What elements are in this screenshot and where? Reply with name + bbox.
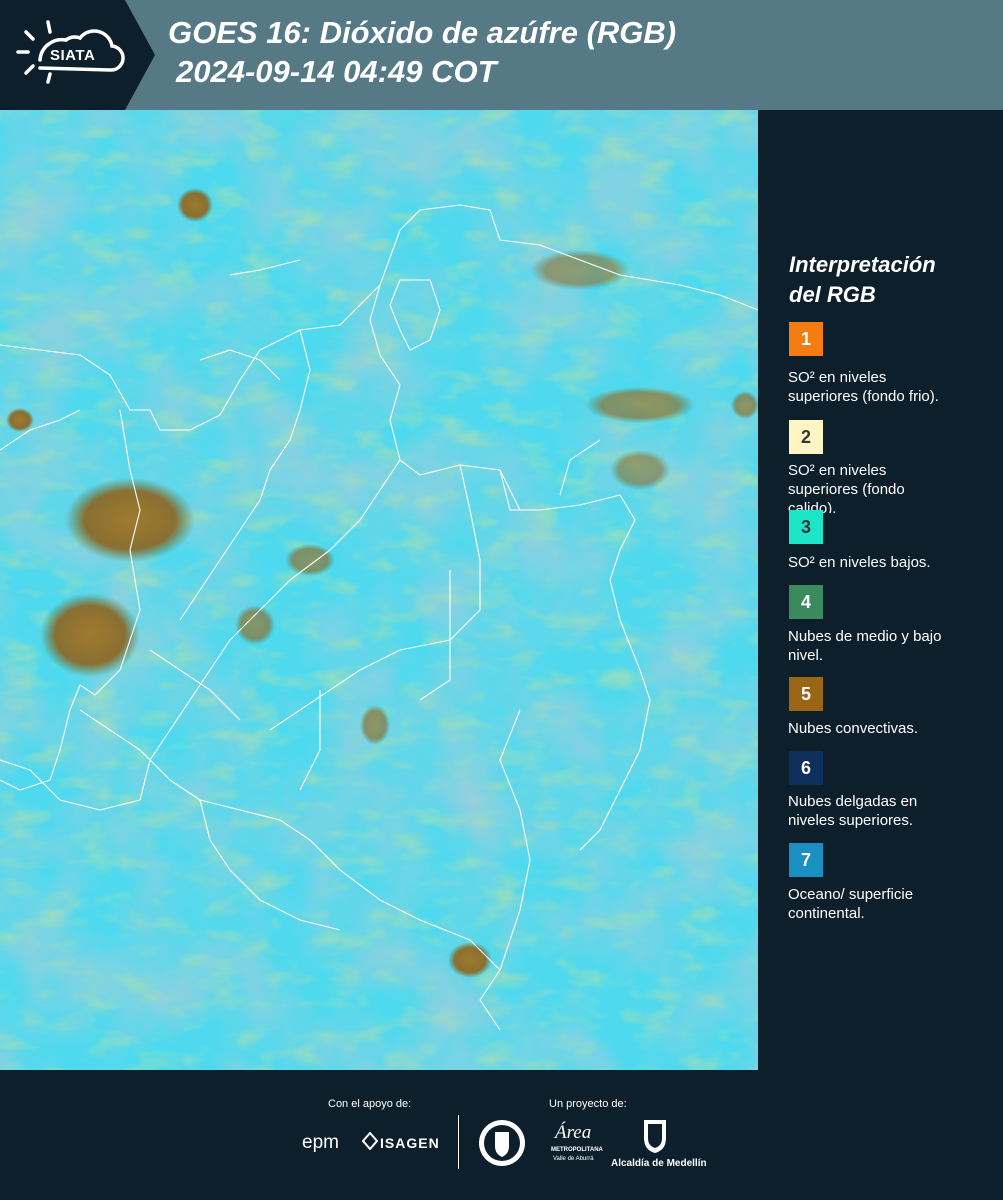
legend-description-line: superiores (fondo frio). (788, 388, 939, 405)
legend-swatch: 7 (789, 843, 823, 877)
isagen-logo-text: ISAGEN (380, 1135, 440, 1151)
footer-divider (458, 1115, 459, 1169)
legend-title-line: del RGB (789, 282, 876, 307)
legend-swatch-number: 5 (800, 683, 811, 704)
legend-swatch-number: 1 (800, 328, 811, 349)
legend-swatch-number: 3 (800, 516, 811, 537)
page-timestamp: 2024-09-14 04:49 COT (176, 54, 497, 89)
legend-description-line: Oceano/ superficie (788, 886, 914, 903)
legend-description-line: superiores (fondo (788, 481, 905, 498)
legend-title-line: Interpretación (789, 252, 936, 277)
legend-description-line: SO² en niveles (788, 369, 887, 386)
legend-title: Interpretación del RGB (789, 250, 989, 310)
support-label: Con el apoyo de: (328, 1098, 412, 1110)
seal-icon (479, 1120, 525, 1166)
legend-swatch: 2 (789, 420, 823, 454)
legend-swatch-number: 2 (800, 426, 811, 447)
medellin-shield-icon (644, 1120, 666, 1153)
siata-logo-text: SIATA (50, 47, 96, 64)
legend-swatch: 1 (789, 322, 823, 356)
legend-swatch-number: 6 (800, 757, 811, 778)
legend-description: SO² en niveles bajos. (788, 553, 998, 572)
legend-description-line: SO² en niveles bajos. (788, 554, 931, 571)
area-metropolitana-subtitle: Valle de Aburrá (553, 1156, 594, 1162)
legend-description: SO² en niveles superiores (fondo calido)… (788, 461, 998, 513)
legend-description: Oceano/ superficie continental. (788, 885, 998, 923)
alcaldia-logo-text: Alcaldía de Medellín (611, 1158, 707, 1169)
legend-description: SO² en niveles superiores (fondo frio). (788, 368, 998, 406)
legend-description-line: Nubes convectivas. (788, 720, 919, 737)
legend-description: Nubes convectivas. (788, 719, 998, 738)
legend-swatch: 5 (789, 677, 823, 711)
legend-description-line: niveles superiores. (788, 812, 914, 829)
legend-description: Nubes delgadas en niveles superiores. (788, 792, 998, 830)
siata-logo: SIATA (0, 0, 155, 110)
header-bar: SIATA GOES 16: Dióxido de azúfre (RGB) 2… (0, 0, 1003, 110)
legend-description-line: SO² en niveles (788, 462, 887, 479)
area-metropolitana-logo: Área METROPOLITANA Valle de Aburrá (549, 1118, 603, 1168)
isagen-icon (362, 1132, 378, 1150)
legend-description-line: Nubes delgadas en (788, 793, 918, 810)
epm-logo: epm (302, 1132, 339, 1154)
alcaldia-logo: Alcaldía de Medellín (611, 1158, 707, 1169)
legend-description-line: continental. (788, 905, 865, 922)
page-title: GOES 16: Dióxido de azúfre (RGB) (168, 15, 677, 50)
legend-swatch: 3 (789, 510, 823, 544)
legend-swatch-number: 4 (800, 591, 811, 612)
legend-panel: Interpretación del RGB 1 SO² en niveles … (762, 110, 1003, 1070)
legend-swatch-number: 7 (800, 849, 811, 870)
legend-swatch: 4 (789, 585, 823, 619)
epm-logo-text: epm (302, 1132, 339, 1153)
legend-swatch: 6 (789, 751, 823, 785)
legend-description-line: Nubes de medio y bajo (788, 628, 942, 645)
area-metropolitana-subtitle: METROPOLITANA (551, 1147, 603, 1153)
isagen-logo: ISAGEN (380, 1135, 440, 1151)
project-label: Un proyecto de: (549, 1098, 627, 1110)
legend-description: Nubes de medio y bajo nivel. (788, 627, 998, 665)
footer-sponsors: Con el apoyo de: Un proyecto de: epm ISA… (0, 1070, 1003, 1200)
satellite-map (0, 110, 758, 1070)
legend-description-line: nivel. (788, 647, 824, 664)
area-metropolitana-logo-text: Área (555, 1122, 592, 1143)
